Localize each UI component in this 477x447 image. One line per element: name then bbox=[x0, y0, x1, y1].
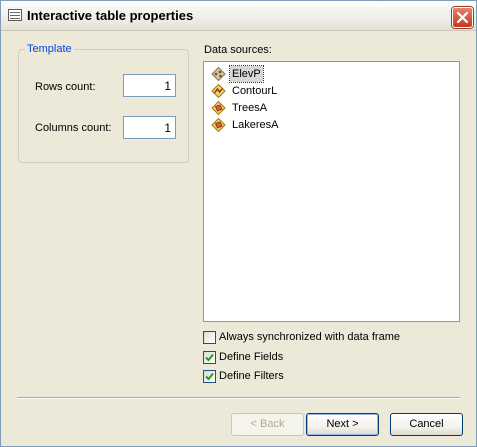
checkbox-box[interactable] bbox=[203, 370, 216, 383]
line-layer-icon bbox=[211, 84, 226, 98]
list-item[interactable]: LakeresA bbox=[211, 117, 280, 133]
columns-count-label: Columns count: bbox=[35, 122, 112, 134]
list-item-label: ContourL bbox=[232, 85, 278, 97]
next-button[interactable]: Next > bbox=[306, 413, 379, 436]
columns-count-input[interactable]: 1 bbox=[123, 116, 176, 139]
list-item-label: ElevP bbox=[229, 65, 264, 83]
define-filters-label: Define Filters bbox=[219, 370, 284, 382]
window-title: Interactive table properties bbox=[27, 8, 194, 23]
separator bbox=[17, 397, 460, 399]
list-item-label: LakeresA bbox=[232, 119, 279, 131]
cancel-button[interactable]: Cancel bbox=[390, 413, 463, 436]
list-item[interactable]: ElevP bbox=[211, 65, 264, 83]
list-item-label: TreesA bbox=[232, 102, 268, 114]
table-icon bbox=[8, 9, 22, 21]
polygon-layer-icon bbox=[211, 118, 226, 132]
close-icon bbox=[456, 11, 469, 24]
checkbox-box[interactable] bbox=[203, 351, 216, 364]
checkmark-icon bbox=[205, 372, 214, 381]
data-sources-label: Data sources: bbox=[204, 44, 272, 56]
rows-count-label: Rows count: bbox=[35, 81, 96, 93]
polygon-layer-icon bbox=[211, 101, 226, 115]
always-synchronized-label: Always synchronized with data frame bbox=[219, 331, 400, 343]
template-legend: Template bbox=[25, 43, 74, 55]
define-fields-label: Define Fields bbox=[219, 351, 284, 363]
close-button[interactable] bbox=[452, 7, 473, 28]
title-bar[interactable]: Interactive table properties bbox=[1, 1, 476, 31]
rows-count-input[interactable]: 1 bbox=[123, 74, 176, 97]
back-button[interactable]: < Back bbox=[231, 413, 304, 436]
checkbox-box[interactable] bbox=[203, 331, 216, 344]
list-item[interactable]: ContourL bbox=[211, 83, 279, 99]
dialog-window: Interactive table properties Template Ro… bbox=[0, 0, 477, 447]
checkmark-icon bbox=[205, 353, 214, 362]
point-layer-icon bbox=[211, 67, 226, 81]
data-sources-list[interactable]: ElevP ContourL TreesA LakeresA bbox=[203, 61, 460, 322]
list-item[interactable]: TreesA bbox=[211, 100, 269, 116]
template-group bbox=[18, 49, 189, 163]
